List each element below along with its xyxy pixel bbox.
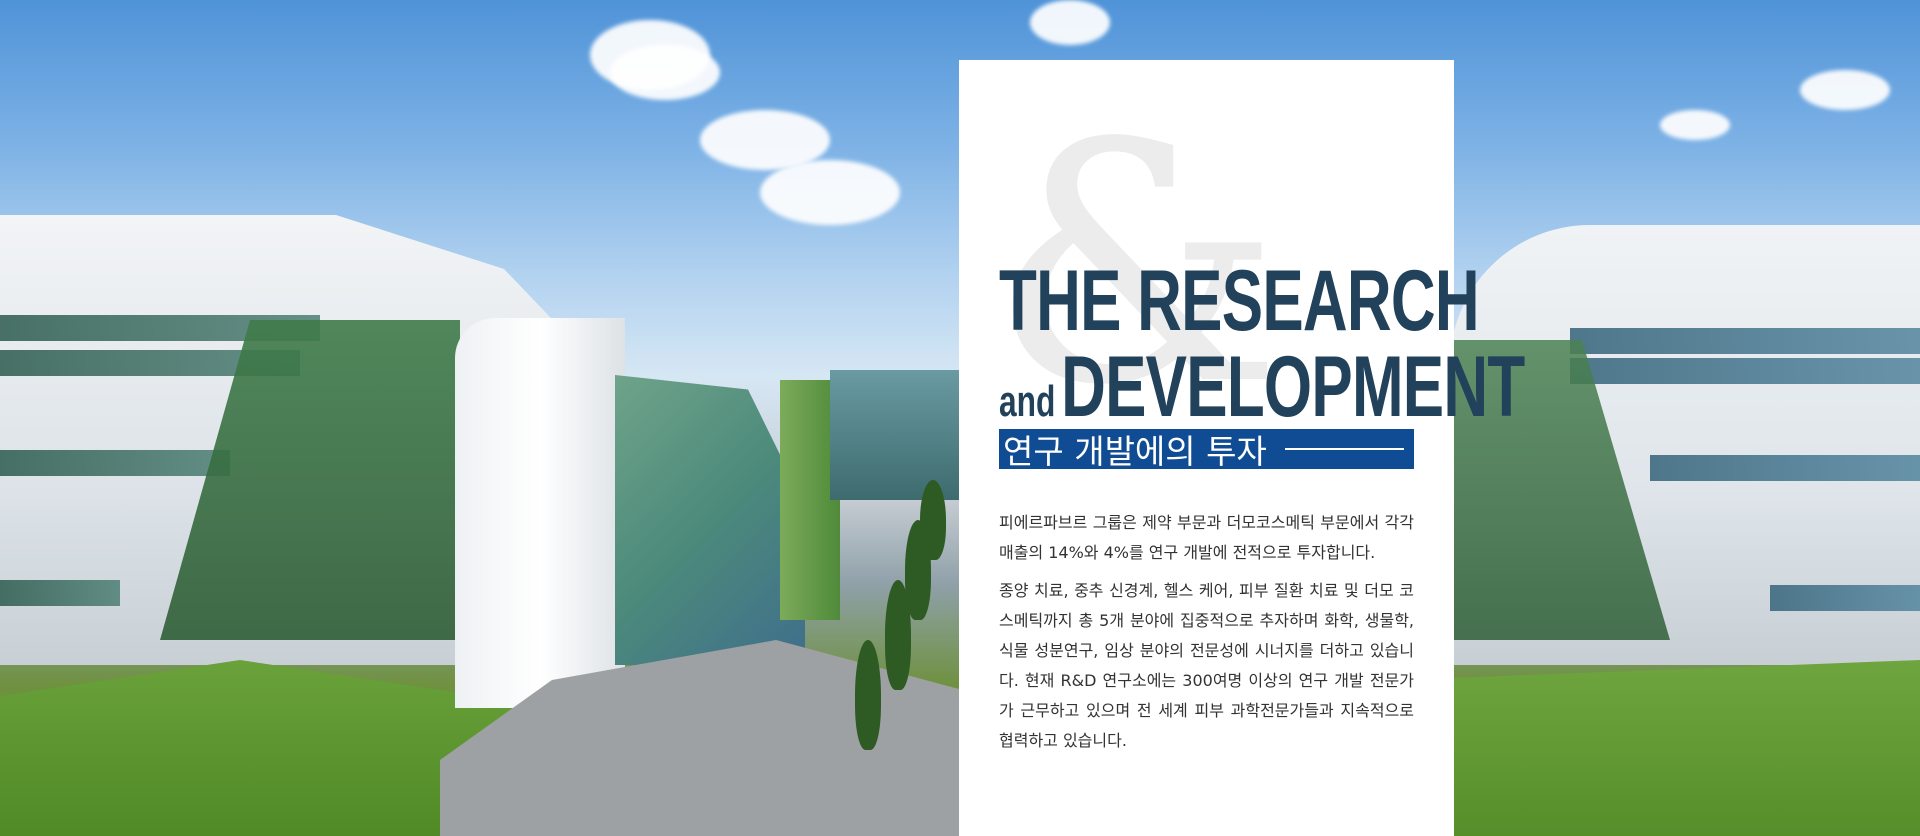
title-and: and — [999, 377, 1056, 426]
title-development: DEVELOPMENT — [1061, 339, 1525, 435]
page-title: THE RESEARCH andDEVELOPMENT — [999, 253, 1525, 448]
description-paragraph-1: 피에르파브르 그룹은 제약 부문과 더모코스메틱 부문에서 각각 매출의 14%… — [999, 513, 1414, 562]
building-tower — [455, 318, 625, 708]
hero-section: & THE RESEARCH andDEVELOPMENT 연구 개발에의 투자… — [0, 0, 1920, 836]
lawn-right — [1450, 660, 1920, 836]
description-paragraph-2: 종양 치료, 중추 신경계, 헬스 케어, 피부 질환 치료 및 더모 코스메틱… — [999, 581, 1414, 750]
title-line-research: THE RESEARCH — [999, 253, 1480, 349]
description: 피에르파브르 그룹은 제약 부문과 더모코스메틱 부문에서 각각 매출의 14%… — [999, 508, 1414, 764]
subtitle-rule — [1284, 448, 1404, 450]
info-card: & THE RESEARCH andDEVELOPMENT 연구 개발에의 투자… — [959, 60, 1525, 836]
subtitle: 연구 개발에의 투자 — [1003, 432, 1267, 471]
subtitle-bar: 연구 개발에의 투자 — [999, 429, 1414, 471]
